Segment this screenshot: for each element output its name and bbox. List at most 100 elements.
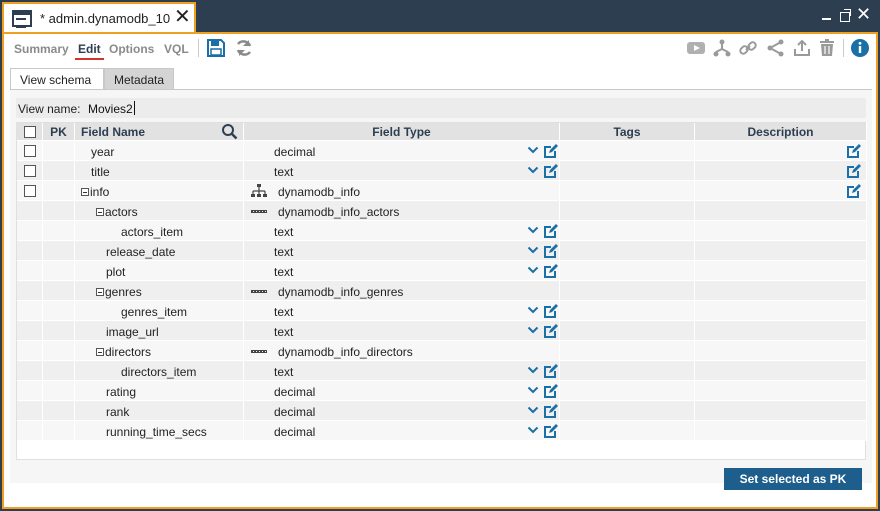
table-row[interactable]: directors dynamodb_info_directors xyxy=(17,341,867,361)
share-icon[interactable] xyxy=(766,38,786,58)
select-all-checkbox[interactable] xyxy=(24,126,36,138)
row-select-cell xyxy=(17,421,43,440)
edit-type-icon[interactable] xyxy=(542,242,559,259)
table-row[interactable]: actors_item text xyxy=(17,221,867,241)
row-select-cell xyxy=(17,401,43,420)
collapse-icon[interactable] xyxy=(96,208,104,216)
info-icon[interactable] xyxy=(850,38,870,58)
chevron-down-icon[interactable] xyxy=(527,224,539,236)
collapse-icon[interactable] xyxy=(81,188,89,196)
link-icon[interactable] xyxy=(738,38,758,58)
description-cell xyxy=(695,361,867,380)
edit-type-icon[interactable] xyxy=(542,222,559,239)
field-name-label: genres_item xyxy=(121,305,188,319)
chevron-down-icon[interactable] xyxy=(527,144,539,156)
field-name: actors_item xyxy=(121,225,183,239)
collapse-icon[interactable] xyxy=(96,348,104,356)
tab-vql[interactable]: VQL xyxy=(164,42,189,56)
field-name-label: year xyxy=(91,145,115,159)
edit-type-icon[interactable] xyxy=(542,422,559,439)
edit-description-icon[interactable] xyxy=(845,162,862,179)
close-tab-icon[interactable]: ✕ xyxy=(174,7,191,27)
edit-description-icon[interactable] xyxy=(845,182,862,199)
save-icon[interactable] xyxy=(206,38,226,58)
chevron-down-icon[interactable] xyxy=(527,244,539,256)
table-row[interactable]: release_date text xyxy=(17,241,867,261)
minimize-icon[interactable] xyxy=(820,8,834,22)
table-row[interactable]: genres_item text xyxy=(17,301,867,321)
field-type-cell: dynamodb_info_genres xyxy=(244,281,560,300)
row-select-cell xyxy=(17,141,43,160)
edit-type-icon[interactable] xyxy=(542,162,559,179)
tags-cell xyxy=(560,141,695,160)
search-icon[interactable] xyxy=(221,123,238,140)
trash-icon[interactable] xyxy=(817,38,837,58)
chevron-down-icon[interactable] xyxy=(527,264,539,276)
row-checkbox[interactable] xyxy=(24,165,36,177)
view-name-input[interactable]: Movies2 xyxy=(88,102,133,116)
pk-cell xyxy=(43,421,75,440)
tree-view-icon[interactable] xyxy=(712,38,732,58)
editor-panel: Summary Edit Options VQL View schema Met… xyxy=(2,32,878,509)
table-row[interactable]: rank decimal xyxy=(17,401,867,421)
chevron-down-icon[interactable] xyxy=(527,424,539,436)
row-checkbox[interactable] xyxy=(24,145,36,157)
description-cell xyxy=(695,201,867,220)
table-row[interactable]: year decimal xyxy=(17,141,867,161)
set-selected-as-pk-button[interactable]: Set selected as PK xyxy=(724,468,862,490)
field-name: rating xyxy=(106,385,136,399)
export-icon[interactable] xyxy=(792,38,812,58)
tab-edit[interactable]: Edit xyxy=(75,42,104,60)
field-type-cell: text xyxy=(244,241,560,260)
edit-type-icon[interactable] xyxy=(542,382,559,399)
chevron-down-icon[interactable] xyxy=(527,364,539,376)
pk-cell xyxy=(43,321,75,340)
field-type-cell: text xyxy=(244,221,560,240)
edit-type-icon[interactable] xyxy=(542,362,559,379)
chevron-down-icon[interactable] xyxy=(527,304,539,316)
table-row[interactable]: genres dynamodb_info_genres xyxy=(17,281,867,301)
column-header-field-type: Field Type xyxy=(244,123,560,140)
table-row[interactable]: info dynamodb_info xyxy=(17,181,867,201)
field-type: text xyxy=(274,265,294,279)
tab-view-schema[interactable]: View schema xyxy=(10,68,104,90)
description-cell xyxy=(695,281,867,300)
document-tab-title: * admin.dynamodb_10 xyxy=(40,11,171,26)
column-header-field-name: Field Name xyxy=(75,123,244,140)
table-row[interactable]: rating decimal xyxy=(17,381,867,401)
execute-icon[interactable] xyxy=(686,38,706,58)
collapse-icon[interactable] xyxy=(96,288,104,296)
refresh-icon[interactable] xyxy=(234,38,254,58)
chevron-down-icon[interactable] xyxy=(527,384,539,396)
chevron-down-icon[interactable] xyxy=(527,404,539,416)
description-cell xyxy=(695,261,867,280)
restore-icon[interactable] xyxy=(838,8,852,22)
table-row[interactable]: actors dynamodb_info_actors xyxy=(17,201,867,221)
schema-table: PK Field Name Field Type Tags Descriptio… xyxy=(16,122,867,460)
row-checkbox[interactable] xyxy=(24,185,36,197)
tags-cell xyxy=(560,401,695,420)
table-row[interactable]: directors_item text xyxy=(17,361,867,381)
edit-type-icon[interactable] xyxy=(542,142,559,159)
row-select-cell xyxy=(17,221,43,240)
tab-options[interactable]: Options xyxy=(109,42,154,56)
field-name-label: info xyxy=(90,185,110,199)
table-row[interactable]: title text xyxy=(17,161,867,181)
edit-type-icon[interactable] xyxy=(542,262,559,279)
table-row[interactable]: image_url text xyxy=(17,321,867,341)
table-row[interactable]: plot text xyxy=(17,261,867,281)
chevron-down-icon[interactable] xyxy=(527,164,539,176)
chevron-down-icon[interactable] xyxy=(527,324,539,336)
edit-type-icon[interactable] xyxy=(542,402,559,419)
field-name-label: actors_item xyxy=(121,225,184,239)
tab-summary[interactable]: Summary xyxy=(14,42,69,56)
field-name: directors xyxy=(96,345,151,359)
table-row[interactable]: running_time_secs decimal xyxy=(17,421,867,441)
edit-description-icon[interactable] xyxy=(845,142,862,159)
tab-metadata[interactable]: Metadata xyxy=(104,68,174,90)
edit-type-icon[interactable] xyxy=(542,322,559,339)
document-tab[interactable]: * admin.dynamodb_10 ✕ xyxy=(2,2,196,32)
close-window-icon[interactable]: ✕ xyxy=(856,5,871,23)
edit-type-icon[interactable] xyxy=(542,302,559,319)
tags-cell xyxy=(560,281,695,300)
